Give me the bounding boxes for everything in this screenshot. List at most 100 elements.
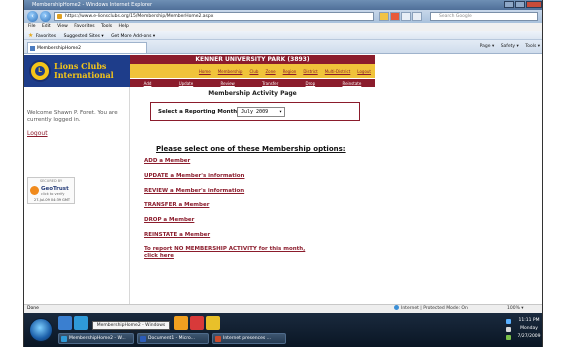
- menu-help[interactable]: Help: [119, 24, 129, 29]
- nav-club[interactable]: Club: [249, 69, 258, 74]
- security-zone[interactable]: Internet | Protected Mode: On: [394, 305, 468, 313]
- suggested-sites-link[interactable]: Suggested Sites ▾: [64, 34, 104, 39]
- word-small-icon: [140, 336, 146, 342]
- system-tray: 11:11 PM Monday 7/27/2009: [504, 313, 542, 347]
- review-member-link[interactable]: REVIEW a Member's information: [144, 188, 244, 194]
- media-icon[interactable]: [190, 316, 204, 330]
- clock-date: 7/27/2009: [517, 334, 541, 339]
- favorites-bar: ★ Favorites Suggested Sites ▾ Get More A…: [24, 31, 542, 40]
- zone-text: Internet | Protected Mode: On: [401, 306, 468, 311]
- subnav-reinstate[interactable]: Reinstate: [342, 81, 361, 86]
- refresh-icon[interactable]: [390, 12, 400, 21]
- show-desktop-icon[interactable]: [58, 316, 72, 330]
- search-input[interactable]: Search Google: [430, 12, 538, 21]
- tab-label: MembershipHome2: [37, 46, 81, 51]
- taskbar-internet-label: Internet presences ...: [223, 336, 271, 341]
- battery-icon[interactable]: [506, 335, 511, 340]
- network-icon[interactable]: [506, 319, 511, 324]
- nav-logout[interactable]: Logout: [357, 69, 371, 74]
- search-placeholder: Search Google: [439, 14, 472, 19]
- status-text: Done: [27, 306, 39, 311]
- add-member-link[interactable]: ADD a Member: [144, 158, 190, 164]
- globe-icon: [394, 305, 399, 310]
- document-small-icon: [215, 336, 221, 342]
- page-icon: [30, 46, 35, 51]
- no-activity-link[interactable]: click here: [144, 253, 174, 259]
- no-activity-text: To report NO MEMBERSHIP ACTIVITY for thi…: [144, 246, 306, 252]
- stop-icon[interactable]: [401, 12, 411, 21]
- nav-region[interactable]: Region: [283, 69, 297, 74]
- taskbar-button-ie[interactable]: MembershipHome2 - W...: [58, 333, 134, 344]
- taskbar-tooltip: MembershipHome2 - Windows Internet Explo…: [92, 321, 170, 336]
- page-title: Membership Activity Page: [208, 90, 297, 97]
- logout-link[interactable]: Logout: [27, 130, 48, 137]
- lock-icon[interactable]: [379, 12, 389, 21]
- window-title-bar: MembershipHome2 - Windows Internet Explo…: [24, 0, 542, 10]
- nav-home[interactable]: Home: [199, 69, 211, 74]
- messenger-icon[interactable]: [206, 316, 220, 330]
- minimize-button[interactable]: [504, 1, 514, 8]
- subnav-transfer[interactable]: Transfer: [262, 81, 278, 86]
- page-menu[interactable]: Page ▾: [480, 44, 495, 49]
- window-controls: [503, 1, 542, 9]
- maximize-button[interactable]: [515, 1, 525, 8]
- browser-window: MembershipHome2 - Windows Internet Explo…: [23, 0, 543, 347]
- subnav-update[interactable]: Update: [179, 81, 194, 86]
- clock-day: Monday: [520, 326, 538, 331]
- reporting-month-box: Select a Reporting Month: July 2009 ▾: [150, 102, 360, 121]
- subnav-add[interactable]: Add: [144, 81, 152, 86]
- nav-district[interactable]: District: [303, 69, 317, 74]
- address-bar-row: ‹ › https://www.e-lionsclubs.org/15/Memb…: [24, 10, 542, 23]
- page-content: L Lions Clubs International Welcome Shaw…: [24, 55, 542, 304]
- emblem-center: L: [35, 66, 45, 76]
- forward-arrow-icon[interactable]: ›: [40, 11, 51, 22]
- geotrust-secured-by: SECURED BY: [39, 179, 63, 183]
- folder-icon[interactable]: [174, 316, 188, 330]
- windows-taskbar: MembershipHome2 - Windows Internet Explo…: [24, 313, 542, 347]
- back-arrow-icon[interactable]: ‹: [27, 11, 38, 22]
- nav-membership[interactable]: Membership: [218, 69, 243, 74]
- menu-file[interactable]: File: [28, 24, 36, 29]
- logo-line-2: International: [54, 70, 114, 80]
- drop-member-link[interactable]: DROP a Member: [144, 217, 194, 223]
- go-icon[interactable]: [412, 12, 422, 21]
- tab-membershiphome2[interactable]: MembershipHome2: [27, 42, 147, 53]
- internet-explorer-icon[interactable]: [74, 316, 88, 330]
- nav-zone[interactable]: Zone: [265, 69, 275, 74]
- lions-logo-block: L Lions Clubs International: [24, 55, 130, 87]
- chevron-down-icon: ▾: [278, 109, 282, 115]
- subnav-review[interactable]: Review: [221, 81, 235, 86]
- address-input[interactable]: https://www.e-lionsclubs.org/15/Membersh…: [54, 12, 374, 21]
- taskbar-word-label: Document1 - Micro...: [148, 336, 195, 341]
- close-button[interactable]: [526, 1, 542, 8]
- geotrust-seal[interactable]: SECURED BY GeoTrust click to verify 27-J…: [27, 177, 75, 204]
- main-column: KENNER UNIVERSITY PARK (3893) Home Membe…: [130, 55, 542, 304]
- update-member-link[interactable]: UPDATE a Member's information: [144, 173, 244, 179]
- get-addons-link[interactable]: Get More Add-ons ▾: [111, 34, 155, 39]
- volume-icon[interactable]: [506, 327, 511, 332]
- screenshot-frame: MembershipHome2 - Windows Internet Explo…: [0, 0, 567, 347]
- favorites-button[interactable]: Favorites: [36, 34, 56, 39]
- menu-edit[interactable]: Edit: [42, 24, 51, 29]
- menu-tools[interactable]: Tools: [101, 24, 112, 29]
- geotrust-date: 27-Jul-09 04:39 GMT: [33, 198, 71, 202]
- tools-menu[interactable]: Tools ▾: [525, 44, 540, 49]
- reporting-month-select[interactable]: July 2009 ▾: [237, 107, 285, 117]
- start-button[interactable]: [29, 318, 53, 342]
- tab-row: MembershipHome2 Page ▾ Safety ▾ Tools ▾: [24, 40, 542, 54]
- reporting-month-value: July 2009: [241, 109, 269, 115]
- taskbar-button-word[interactable]: Document1 - Micro...: [137, 333, 209, 344]
- clock[interactable]: 11:11 PM Monday 7/27/2009: [516, 317, 542, 341]
- transfer-member-link[interactable]: TRANSFER a Member: [144, 202, 209, 208]
- zoom-level[interactable]: 100% ▾: [507, 305, 524, 313]
- reinstate-member-link[interactable]: REINSTATE a Member: [144, 232, 210, 238]
- menu-favorites[interactable]: Favorites: [74, 24, 94, 29]
- nav-multi-district[interactable]: Multi-District: [325, 69, 351, 74]
- command-bar: Page ▾ Safety ▾ Tools ▾: [475, 43, 540, 51]
- taskbar-button-internet[interactable]: Internet presences ...: [212, 333, 286, 344]
- geotrust-click: click to verify: [41, 192, 65, 196]
- safety-menu[interactable]: Safety ▾: [501, 44, 519, 49]
- menu-view[interactable]: View: [57, 24, 68, 29]
- subnav-drop[interactable]: Drop: [306, 81, 316, 86]
- left-sidebar: L Lions Clubs International Welcome Shaw…: [24, 55, 130, 304]
